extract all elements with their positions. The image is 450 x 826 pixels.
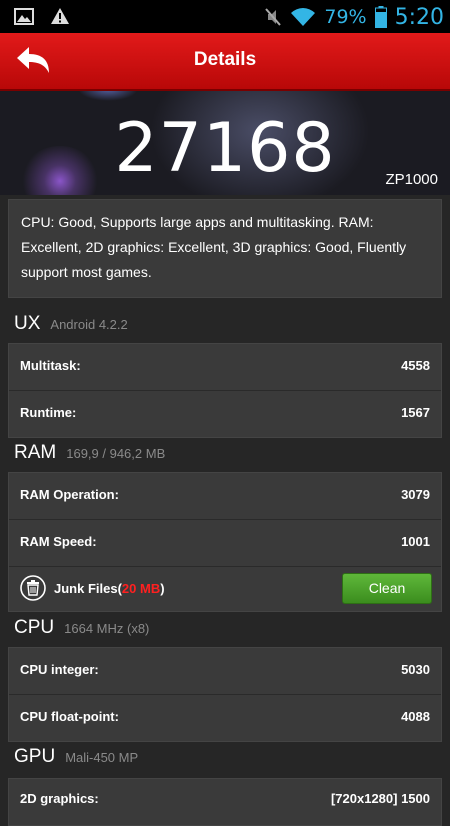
title-bar: Details [0,33,450,91]
ram-section-header: RAM 169,9 / 946,2 MB [14,442,165,472]
device-model: ZP1000 [385,171,438,188]
ux-card: Multitask: 4558 Runtime: 1567 [8,343,442,438]
warning-icon [51,8,69,24]
section-title: CPU [14,617,55,638]
row-label: 2D graphics: [20,791,99,806]
cpu-section-header: CPU 1664 MHz (x8) [14,617,149,647]
junk-files-text: Junk Files( [54,581,122,596]
clean-button[interactable]: Clean [342,573,432,604]
section-subtitle: Mali-450 MP [65,750,139,765]
junk-files-label: Junk Files(20 MB) [54,581,165,596]
battery-percent: 79% [324,6,367,28]
list-item[interactable]: CPU float-point: 4088 [9,695,441,741]
section-title: GPU [14,746,56,767]
trash-icon [20,575,46,601]
image-icon [14,7,34,25]
row-value: 4558 [401,358,430,373]
page-title: Details [193,49,257,70]
row-label: RAM Operation: [20,487,119,502]
gpu-section-header: GPU Mali-450 MP [14,746,138,776]
row-value: 3079 [401,487,430,502]
list-item[interactable]: 2D graphics: [720x1280] 1500 [9,779,441,825]
row-label: CPU float-point: [20,709,119,724]
section-title: UX [14,313,41,334]
score-summary: CPU: Good, Supports large apps and multi… [8,199,442,298]
row-value: [720x1280] 1500 [330,791,430,806]
junk-files-row: Junk Files(20 MB) Clean [9,567,441,611]
total-score: 27168 [114,109,336,188]
row-value: 4088 [401,709,430,724]
row-label: Runtime: [20,405,77,420]
status-bar: 79% 5:20 [0,0,450,33]
cpu-card: CPU integer: 5030 CPU float-point: 4088 [8,647,442,742]
row-label: Multitask: [20,358,81,373]
list-item[interactable]: Runtime: 1567 [9,391,441,437]
gpu-card: 2D graphics: [720x1280] 1500 [8,778,442,826]
list-item[interactable]: Multitask: 4558 [9,344,441,391]
list-item[interactable]: RAM Speed: 1001 [9,520,441,567]
section-title: RAM [14,442,57,463]
row-value: 1001 [401,534,430,549]
clock: 5:20 [394,4,444,30]
section-subtitle: 1664 MHz (x8) [64,621,150,636]
wifi-icon [291,8,316,26]
list-item[interactable]: RAM Operation: 3079 [9,473,441,520]
mute-icon [265,8,282,26]
list-item[interactable]: CPU integer: 5030 [9,648,441,695]
section-subtitle: 169,9 / 946,2 MB [66,446,166,461]
row-label: CPU integer: [20,662,99,677]
ram-card: RAM Operation: 3079 RAM Speed: 1001 Junk… [8,472,442,612]
row-value: 1567 [401,405,430,420]
section-subtitle: Android 4.2.2 [50,317,128,332]
ux-section-header: UX Android 4.2.2 [14,313,128,343]
battery-icon [374,6,387,28]
background-glow [78,91,138,101]
junk-files-size: 20 MB [121,581,161,596]
row-label: RAM Speed: [20,534,97,549]
score-panel: 27168 ZP1000 [0,91,450,195]
junk-files-paren: ) [160,581,165,596]
row-value: 5030 [401,662,430,677]
